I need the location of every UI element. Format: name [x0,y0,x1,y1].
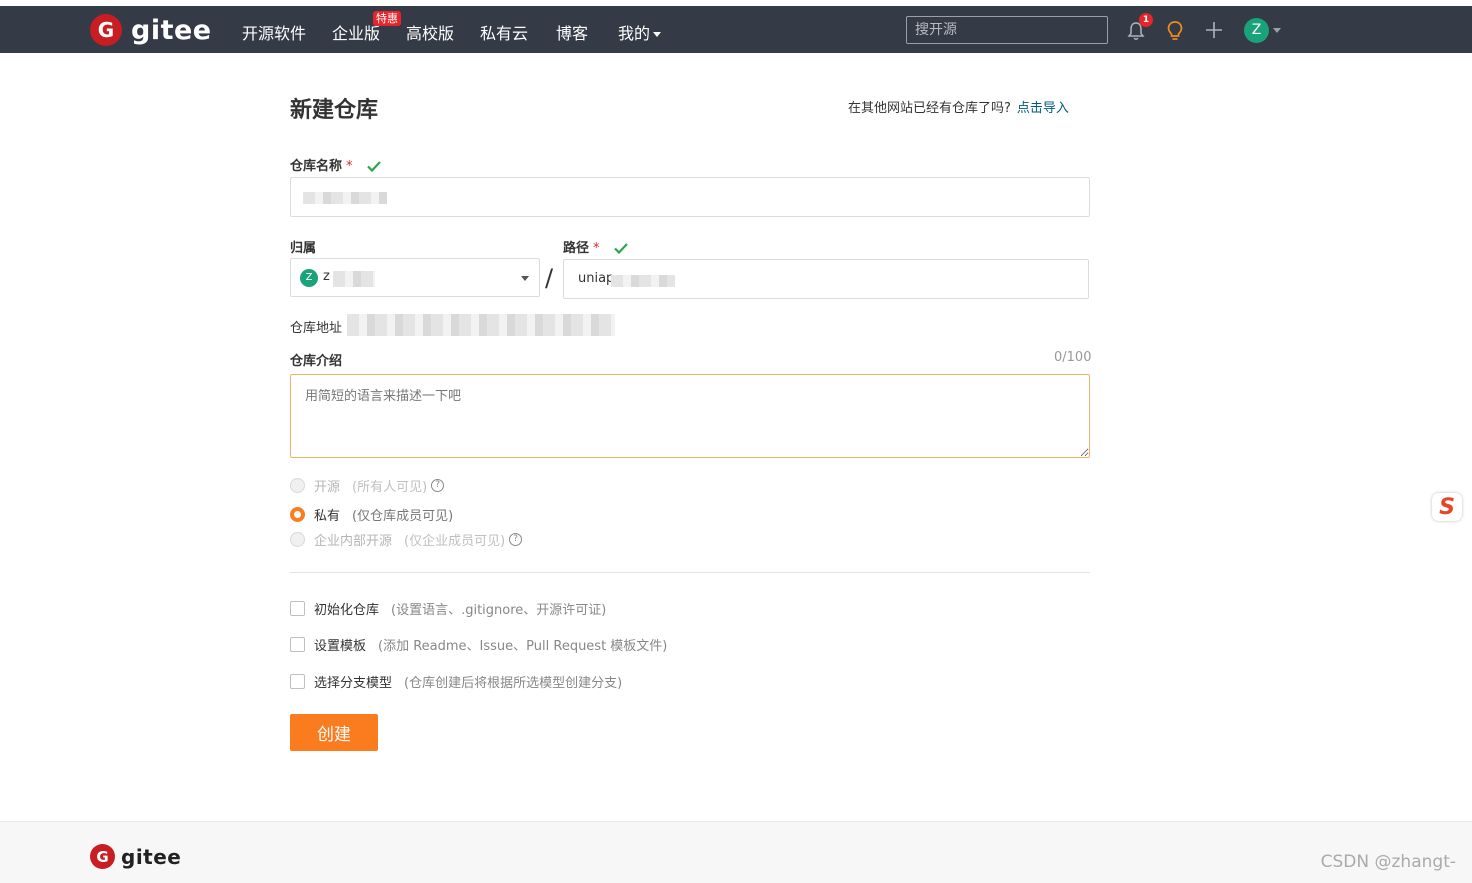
sogou-s-glyph: S [1439,494,1455,520]
redacted-repo-name [303,192,387,204]
redacted-repo-address [347,314,615,336]
option-branch-model[interactable]: 选择分支模型 (仓库创建后将根据所选模型创建分支) [290,672,622,691]
help-icon[interactable]: ? [431,479,445,492]
option-note: (仓库创建后将根据所选模型创建分支) [404,676,623,691]
option-label[interactable]: 设置模板 [314,635,366,654]
redacted-owner-name [333,271,375,287]
lightbulb-icon[interactable] [1165,20,1185,42]
option-init-repo[interactable]: 初始化仓库 (设置语言、.gitignore、开源许可证) [290,599,606,618]
gitee-logo[interactable]: G gitee [90,14,212,46]
path-input[interactable]: uniap [563,259,1089,299]
gitee-logo-icon: G [90,844,115,869]
check-icon [367,161,381,172]
option-label[interactable]: 选择分支模型 [314,672,392,691]
import-hint-text: 在其他网站已经有仓库了吗? [848,101,1011,116]
required-mark: * [593,241,600,256]
notification-count-badge: 1 [1139,13,1153,27]
owner-name: z [323,269,330,284]
chevron-down-icon [521,276,529,281]
description-textarea[interactable] [290,374,1090,458]
option-set-template[interactable]: 设置模板 (添加 Readme、Issue、Pull Request 模板文件) [290,635,667,654]
repo-name-label: 仓库名称 * [290,155,381,174]
radio-private[interactable]: 私有 (仅仓库成员可见) [290,505,453,524]
owner-avatar: Z [300,269,318,287]
create-button[interactable]: 创建 [290,714,378,751]
radio-label: 企业内部开源 [314,534,393,549]
checkbox[interactable] [290,637,305,652]
path-label: 路径 * [563,237,628,256]
nav-item-mine[interactable]: 我的 [618,20,662,44]
search-input[interactable] [906,16,1108,44]
footer-logo[interactable]: G gitee [90,844,181,869]
path-value: uniap [578,271,615,286]
sogou-ime-icon[interactable]: S [1432,493,1462,521]
radio-button [290,532,305,547]
required-mark: * [346,159,353,174]
radio-label: 开源 [314,480,341,495]
owner-select[interactable]: Z z [290,258,540,297]
option-note: (添加 Readme、Issue、Pull Request 模板文件) [378,639,668,654]
help-icon[interactable]: ? [509,533,523,546]
chevron-down-icon [653,32,662,37]
redacted-path [611,275,675,287]
repo-address-label: 仓库地址 [290,321,343,336]
path-separator: / [545,264,554,292]
watermark-text: CSDN @zhangt- [1320,852,1456,872]
repo-name-input[interactable] [290,177,1090,217]
checkbox[interactable] [290,601,305,616]
radio-button [290,478,305,493]
nav-item-education[interactable]: 高校版 [406,20,454,44]
check-icon [614,243,628,254]
description-counter: 0/100 [1054,350,1092,365]
radio-open-source: 开源 (所有人可见) ? [290,476,445,495]
repo-name-label-text: 仓库名称 [290,159,343,174]
user-avatar[interactable]: Z [1244,18,1269,43]
footer: G gitee CSDN @zhangt- [0,821,1472,883]
radio-note: (仅仓库成员可见) [352,509,454,524]
promo-badge: 特惠 [373,11,401,26]
checkbox[interactable] [290,674,305,689]
radio-note: (所有人可见) [352,480,428,495]
description-label: 仓库介绍 [290,354,343,369]
nav-item-private-cloud[interactable]: 私有云 [480,20,528,44]
plus-icon[interactable] [1205,21,1223,39]
option-note: (设置语言、.gitignore、开源许可证) [391,603,607,618]
avatar-chevron-down-icon[interactable] [1273,28,1281,33]
gitee-logo-icon: G [90,14,122,46]
page-title: 新建仓库 [290,98,379,123]
owner-label: 归属 [290,241,317,256]
import-link[interactable]: 点击导入 [1017,101,1069,116]
radio-enterprise-internal: 企业内部开源 (仅企业成员可见) ? [290,530,523,549]
divider [290,572,1090,573]
radio-note: (仅企业成员可见) [404,534,506,549]
gitee-logo-text: gitee [131,14,212,46]
footer-logo-text: gitee [121,844,182,869]
radio-button-selected[interactable] [290,507,305,522]
import-hint: 在其他网站已经有仓库了吗? 点击导入 [848,97,1069,116]
nav-item-blog[interactable]: 博客 [556,20,588,44]
path-label-text: 路径 [563,241,590,256]
top-navbar: G gitee 开源软件 企业版 特惠 高校版 私有云 博客 我的 1 Z [0,6,1472,53]
option-label[interactable]: 初始化仓库 [314,599,379,618]
radio-label[interactable]: 私有 [314,505,340,524]
nav-item-mine-label: 我的 [618,24,651,43]
nav-item-open-source[interactable]: 开源软件 [242,20,306,44]
